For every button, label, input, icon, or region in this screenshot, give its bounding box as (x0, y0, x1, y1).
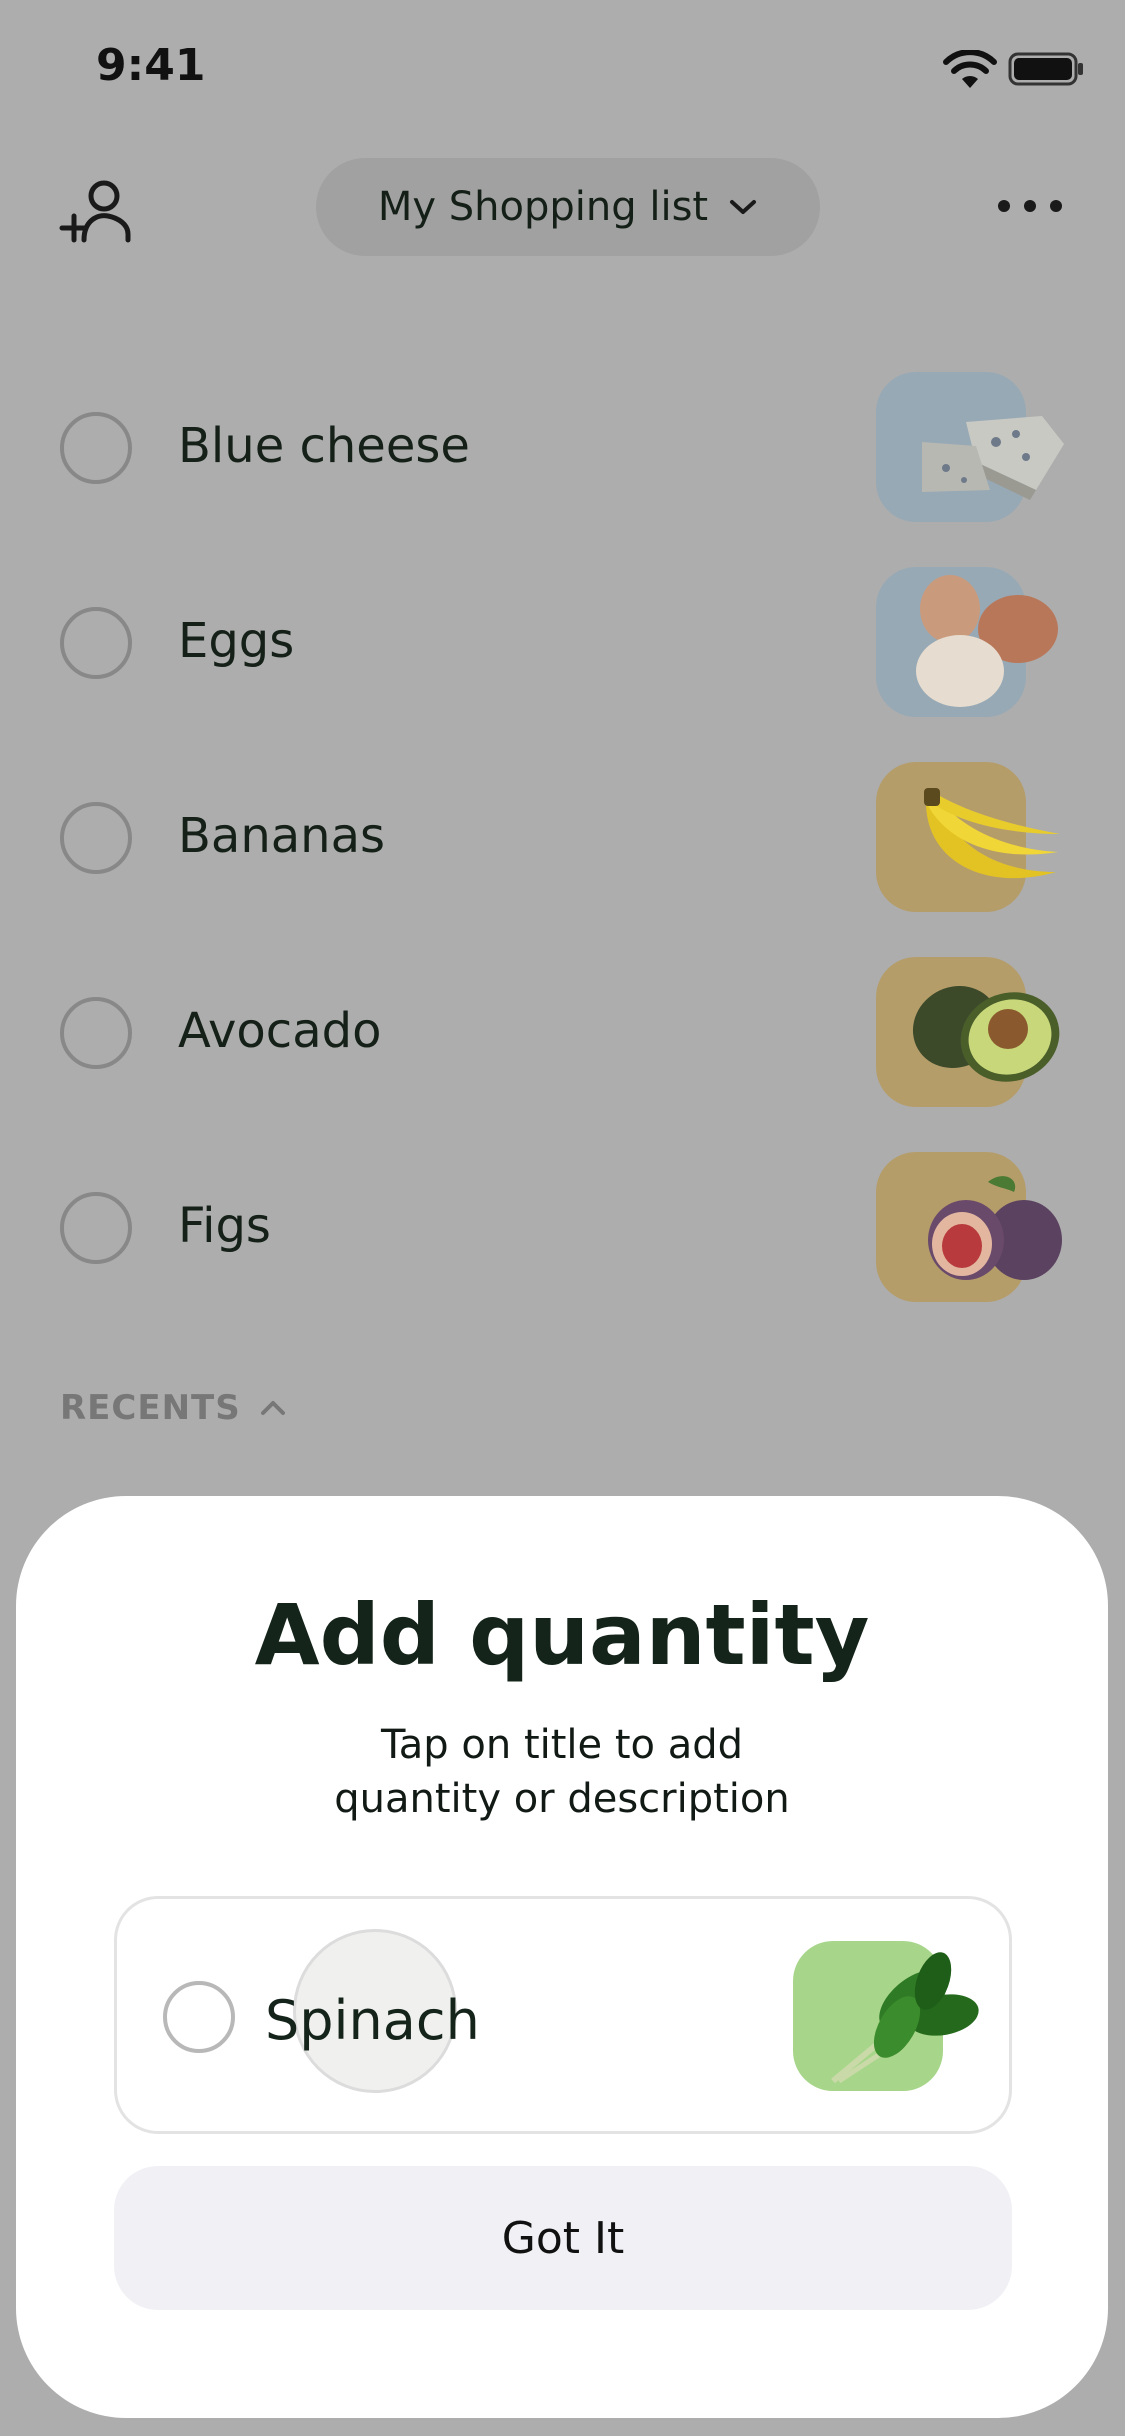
figs-icon (928, 1176, 1062, 1280)
sheet-subtitle: Tap on title to add quantity or descript… (16, 1718, 1108, 1826)
item-checkbox[interactable] (60, 802, 132, 874)
add-quantity-sheet: Add quantity Tap on title to add quantit… (16, 1496, 1108, 2418)
status-time: 9:41 (96, 40, 206, 91)
demo-list-item[interactable]: Spinach (114, 1896, 1012, 2134)
item-label: Bananas (178, 808, 386, 864)
item-label[interactable]: Spinach (265, 1989, 480, 2052)
list-item[interactable]: Eggs (0, 567, 1125, 717)
sheet-title: Add quantity (254, 1586, 870, 1684)
recents-label: RECENTS (60, 1388, 241, 1428)
add-user-icon[interactable] (58, 176, 134, 248)
spinach-icon (831, 1952, 979, 2084)
bananas-icon (924, 788, 1060, 879)
item-checkbox[interactable] (163, 1981, 235, 2053)
blue-cheese-icon (922, 416, 1064, 500)
item-thumbnail (793, 1941, 979, 2091)
item-label: Blue cheese (178, 418, 470, 474)
item-thumbnail (876, 372, 1064, 522)
chevron-down-icon (730, 200, 757, 214)
item-thumbnail (876, 957, 1060, 1107)
eggs-icon (916, 575, 1058, 707)
item-label: Avocado (178, 1003, 382, 1059)
list-selector-button[interactable]: My Shopping list (316, 158, 820, 256)
list-item[interactable]: Bananas (0, 762, 1125, 912)
list-item[interactable]: Blue cheese (0, 372, 1125, 522)
item-thumbnail (876, 567, 1058, 717)
item-checkbox[interactable] (60, 997, 132, 1069)
item-checkbox[interactable] (60, 1192, 132, 1264)
wifi-icon (943, 50, 997, 88)
recents-toggle[interactable]: RECENTS (60, 1388, 287, 1428)
avocado-icon (912, 985, 1060, 1082)
item-thumbnail (876, 1152, 1062, 1302)
item-checkbox[interactable] (60, 607, 132, 679)
got-it-button[interactable]: Got It (114, 2166, 1012, 2310)
sheet-subtitle-line2: quantity or description (334, 1776, 790, 1822)
item-checkbox[interactable] (60, 412, 132, 484)
item-label: Figs (178, 1198, 271, 1254)
more-horizontal-icon[interactable] (996, 196, 1064, 216)
item-label: Eggs (178, 613, 295, 669)
list-title: My Shopping list (377, 184, 709, 230)
item-thumbnail (876, 762, 1060, 912)
chevron-up-icon (260, 1401, 285, 1415)
battery-icon (1008, 52, 1083, 86)
sheet-subtitle-line1: Tap on title to add (380, 1722, 744, 1768)
list-item[interactable]: Figs (0, 1152, 1125, 1302)
list-item[interactable]: Avocado (0, 957, 1125, 1107)
